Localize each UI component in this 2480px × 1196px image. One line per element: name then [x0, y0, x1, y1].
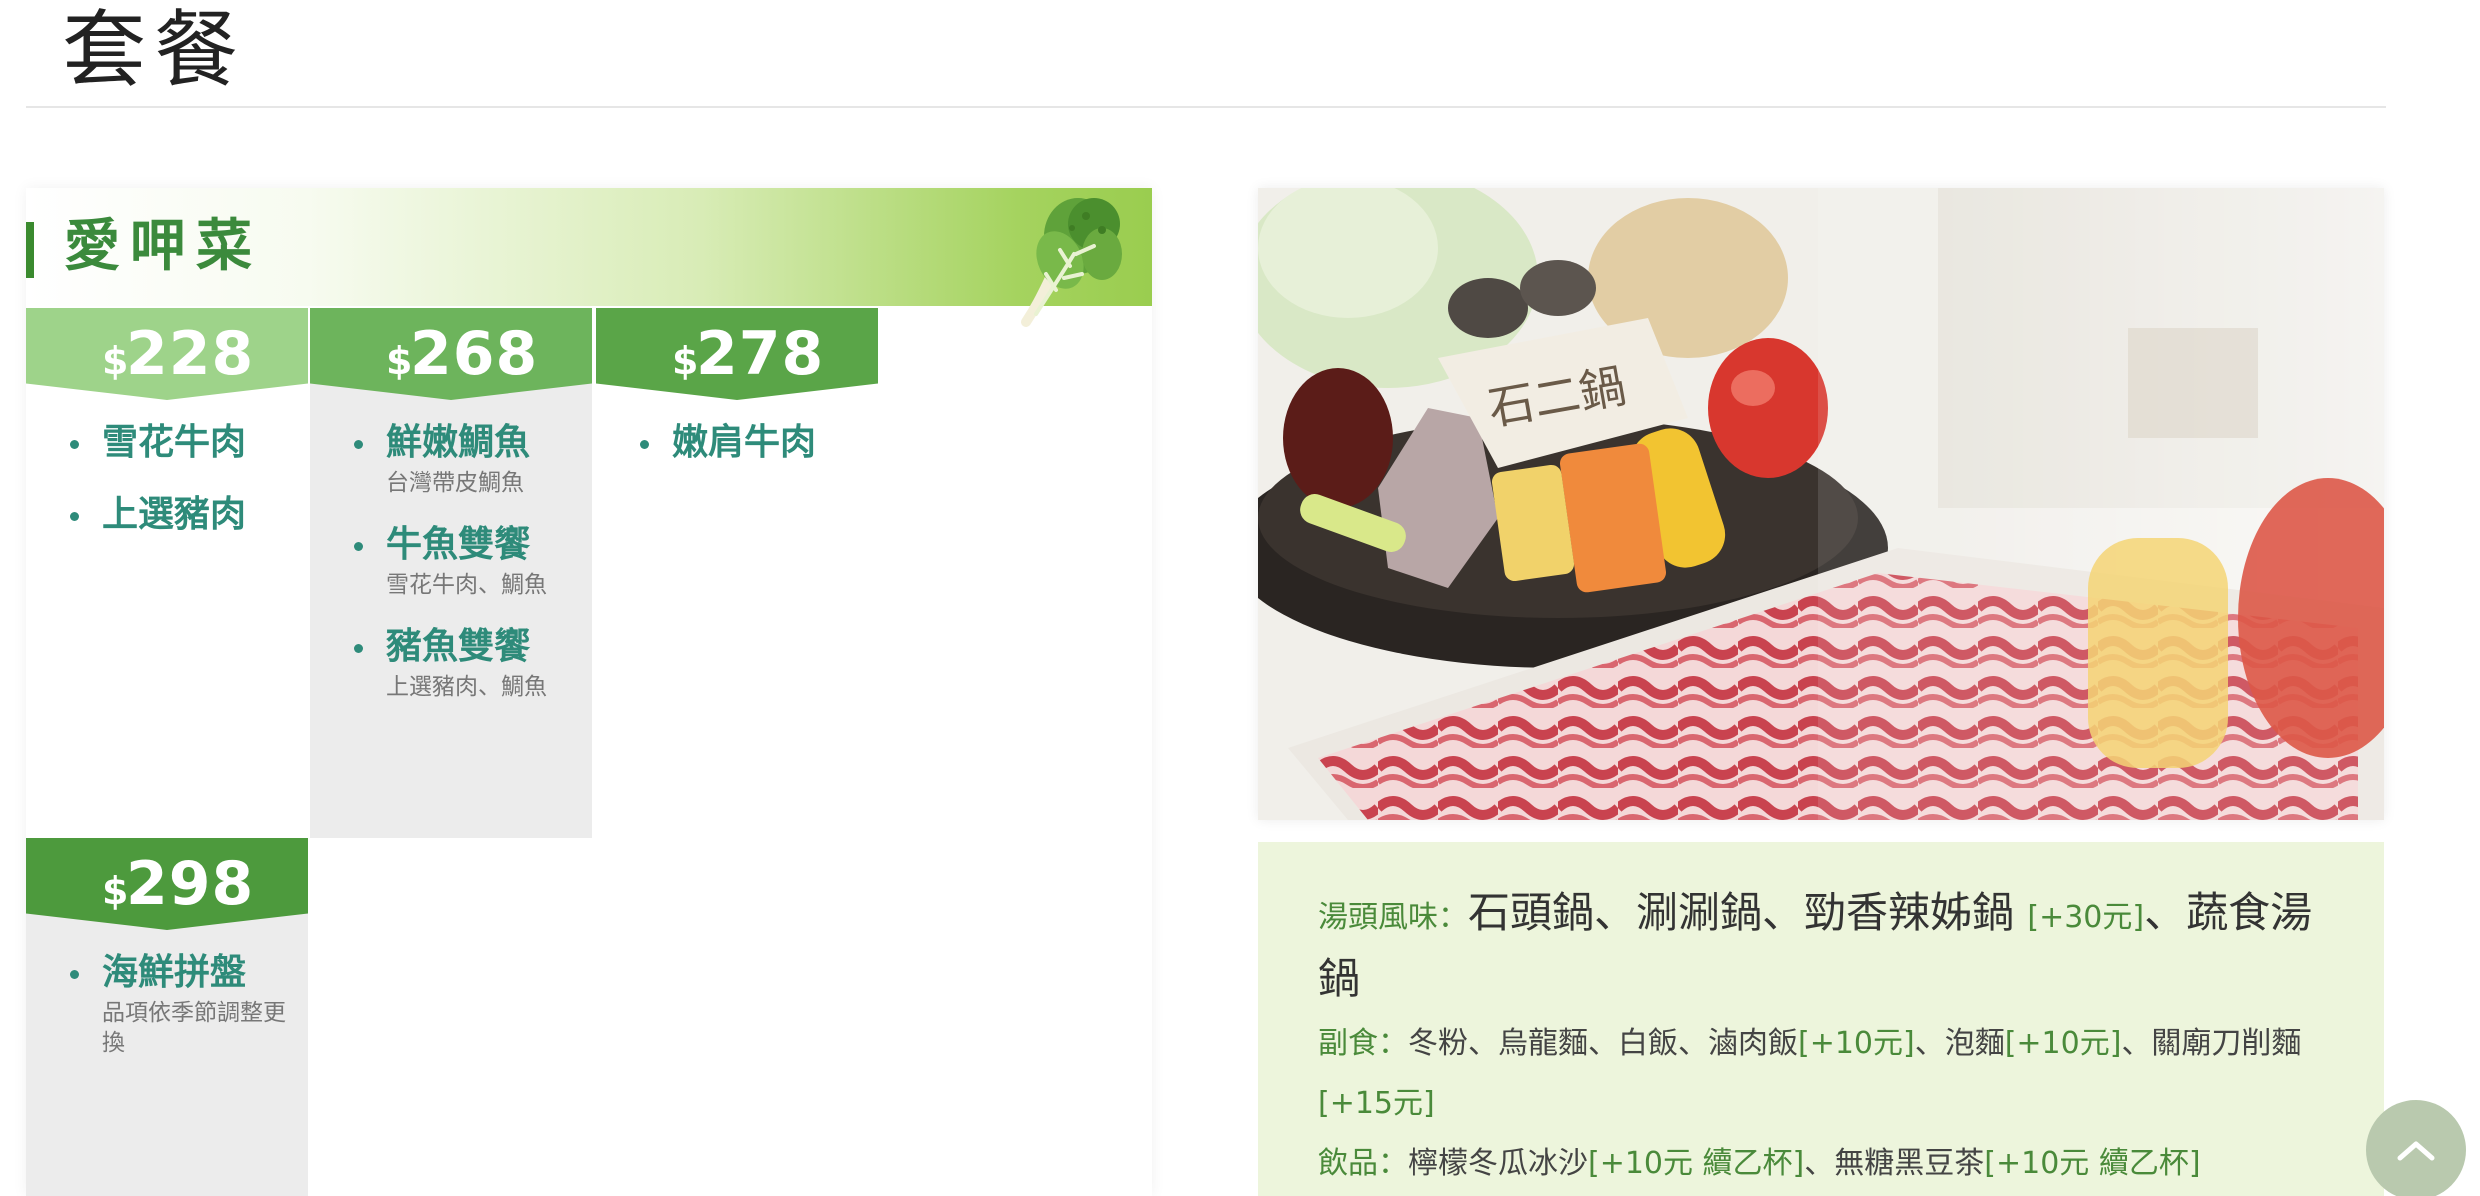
side-surcharge: [+10元]	[2004, 1026, 2122, 1061]
price-column-268: $ 268 鮮嫩鯛魚 台灣帶皮鯛魚 牛魚雙饗 雪花牛肉、鯛魚 豬魚雙饗 上選豬肉…	[310, 308, 592, 838]
drink-names: 、無糖黑豆茶	[1804, 1146, 1985, 1181]
price-value: 298	[126, 849, 255, 919]
price-column-228: $ 228 雪花牛肉 上選豬肉	[26, 308, 308, 838]
menu-section-title: 愛呷菜	[64, 214, 262, 279]
side-surcharge: [+15元]	[1318, 1086, 1435, 1121]
currency-symbol: $	[102, 339, 129, 383]
currency-symbol: $	[672, 339, 699, 383]
item-description: 雪花牛肉、鯛魚	[386, 572, 547, 598]
meal-options-box: 湯頭風味：石頭鍋、涮涮鍋、勁香辣姊鍋 [+30元]、蔬食湯鍋 副食：冬粉、烏龍麵…	[1258, 842, 2384, 1196]
lettuce-icon	[1021, 198, 1122, 327]
item-name: 牛魚雙饗	[386, 524, 531, 565]
list-item: 海鮮拼盤 品項依季節調整更換	[26, 948, 308, 1058]
side-options: 副食：冬粉、烏龍麵、白飯、滷肉飯[+10元]、泡麵[+10元]、關廟刀削麵[+1…	[1318, 1014, 2324, 1134]
price-value: 228	[126, 319, 255, 389]
list-item: 牛魚雙饗 雪花牛肉、鯛魚	[310, 520, 592, 600]
drink-options: 飲品：檸檬冬瓜冰沙[+10元 續乙杯]、無糖黑豆茶[+10元 續乙杯]	[1318, 1134, 2324, 1194]
item-name: 上選豬肉	[102, 494, 247, 535]
side-names: 、泡麵	[1914, 1026, 2005, 1061]
soup-options: 湯頭風味：石頭鍋、涮涮鍋、勁香辣姊鍋 [+30元]、蔬食湯鍋	[1318, 882, 2324, 1014]
item-description: 上選豬肉、鯛魚	[386, 674, 547, 700]
list-item: 豬魚雙饗 上選豬肉、鯛魚	[310, 622, 592, 702]
title-divider	[26, 106, 2386, 108]
side-surcharge: [+10元]	[1798, 1026, 1915, 1061]
drink-surcharge: [+10元 續乙杯]	[1984, 1146, 2201, 1181]
set-menu-card: 愛呷菜 $ 228 雪花牛肉 上選豬肉 $ 268 鮮嫩鯛魚 台灣帶皮鯛魚 牛魚…	[26, 188, 1152, 1196]
list-item: 鮮嫩鯛魚 台灣帶皮鯛魚	[310, 418, 592, 498]
item-description: 品項依季節調整更換	[102, 1000, 286, 1056]
soup-label: 湯頭風味：	[1318, 900, 1468, 935]
price-tag: $ 228	[26, 308, 308, 400]
side-label: 副食：	[1318, 1026, 1408, 1061]
item-name: 鮮嫩鯛魚	[386, 422, 531, 463]
price-column-298: $ 298 海鮮拼盤 品項依季節調整更換	[26, 838, 308, 1196]
item-name: 嫩肩牛肉	[672, 422, 817, 463]
menu-item-list: 雪花牛肉 上選豬肉	[26, 418, 308, 562]
price-tag: $ 278	[596, 308, 878, 400]
page: 套餐 愛呷菜 $ 228 雪花牛肉 上選豬肉 $ 268 鮮嫩鯛魚 台灣帶皮鯛魚…	[0, 0, 2480, 1196]
page-title: 套餐	[62, 1, 247, 99]
item-name: 海鮮拼盤	[102, 952, 247, 993]
scroll-to-top-button[interactable]	[2366, 1100, 2466, 1196]
chevron-up-icon	[2397, 1141, 2435, 1161]
drink-label: 飲品：	[1318, 1146, 1408, 1181]
drink-names: 檸檬冬瓜冰沙	[1408, 1146, 1588, 1181]
menu-item-list: 海鮮拼盤 品項依季節調整更換	[26, 948, 308, 1080]
menu-item-list: 鮮嫩鯛魚 台灣帶皮鯛魚 牛魚雙饗 雪花牛肉、鯛魚 豬魚雙饗 上選豬肉、鯛魚	[310, 418, 592, 724]
list-item: 嫩肩牛肉	[596, 418, 878, 468]
menu-item-list: 嫩肩牛肉	[596, 418, 878, 490]
item-name: 雪花牛肉	[102, 422, 247, 463]
side-names: 、關廟刀削麵	[2121, 1026, 2302, 1061]
price-value: 268	[410, 319, 539, 389]
hotpot-illustration: 石二鍋	[1258, 188, 2384, 820]
drink-surcharge: [+10元 續乙杯]	[1588, 1146, 1805, 1181]
list-item: 上選豬肉	[26, 490, 308, 540]
side-names: 冬粉、烏龍麵、白飯、滷肉飯	[1408, 1026, 1798, 1061]
currency-symbol: $	[386, 339, 413, 383]
price-tag: $ 268	[310, 308, 592, 400]
menu-banner: 愛呷菜	[26, 188, 1152, 327]
currency-symbol: $	[102, 869, 129, 913]
price-tag: $ 298	[26, 838, 308, 930]
list-item: 雪花牛肉	[26, 418, 308, 468]
soup-surcharge: [+30元]	[2027, 900, 2145, 935]
item-name: 豬魚雙饗	[386, 626, 531, 667]
price-column-278: $ 278 嫩肩牛肉	[596, 308, 878, 488]
price-value: 278	[696, 319, 825, 389]
item-description: 台灣帶皮鯛魚	[386, 470, 524, 496]
soup-names: 石頭鍋、涮涮鍋、勁香辣姊鍋	[1468, 888, 2028, 937]
hotpot-photo: 石二鍋	[1258, 188, 2384, 820]
banner-accent-bar	[26, 222, 34, 278]
